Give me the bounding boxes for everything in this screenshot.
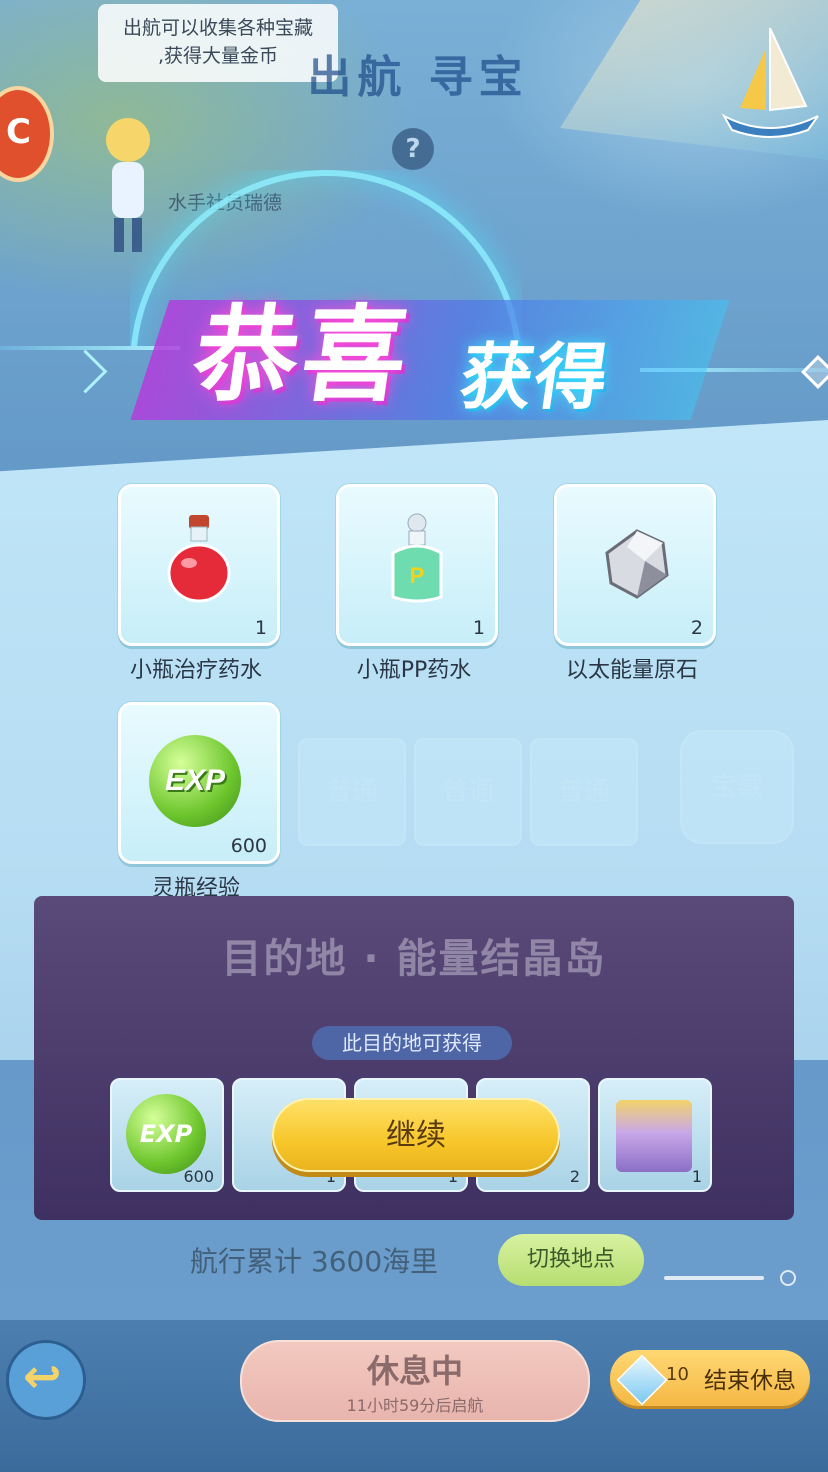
exp-orb-icon: EXP [149, 735, 241, 827]
exp-orb-icon: EXP [126, 1094, 206, 1174]
resting-status-button[interactable]: 休息中 11小时59分后启航 [240, 1340, 590, 1422]
switch-location-button[interactable]: 切换地点 [498, 1234, 644, 1286]
exp-text: EXP [164, 764, 226, 797]
end-rest-button[interactable]: 10 结束休息 [610, 1350, 810, 1406]
rest-countdown: 11小时59分后启航 [346, 1396, 484, 1415]
back-button[interactable]: ↩ [6, 1340, 86, 1420]
progress-dot [780, 1270, 796, 1286]
obtained-title: 获得 [455, 335, 616, 419]
diamond-gem-icon [616, 1354, 668, 1406]
progress-track [664, 1276, 764, 1280]
back-arrow-icon: ↩ [23, 1349, 62, 1403]
rest-title: 休息中 [366, 1352, 463, 1390]
item-count: 2 [690, 617, 703, 639]
reward-count: 1 [691, 1167, 702, 1186]
reward-card[interactable]: P 1 [336, 484, 498, 646]
sailboat-icon[interactable] [718, 20, 822, 140]
destination-reward[interactable]: EXP 600 [110, 1078, 224, 1192]
mileage-text: 航行累计 3600海里 [190, 1245, 439, 1278]
reward-count: 2 [569, 1167, 580, 1186]
npc-character[interactable] [98, 110, 158, 260]
end-rest-label: 结束休息 [704, 1368, 796, 1394]
svg-text:P: P [410, 563, 425, 588]
sail-banner-title: 出航 寻宝 [307, 52, 529, 103]
reward-card[interactable]: 2 [554, 484, 716, 646]
reward-count: 600 [183, 1167, 214, 1186]
item-count: 600 [230, 835, 267, 857]
red-potion-icon [167, 515, 231, 603]
ether-ore-icon [605, 529, 669, 599]
pp-potion-icon: P [391, 513, 443, 603]
item-name: 小瓶PP药水 [356, 658, 472, 683]
treasure-box-icon [616, 1100, 692, 1172]
congrats-title: 恭喜 [186, 294, 420, 416]
reward-card[interactable]: EXP 600 [118, 702, 280, 864]
destination-title: 目的地 · 能量结晶岛 [221, 936, 607, 982]
item-name: 以太能量原石 [565, 658, 698, 683]
item-count: 1 [472, 617, 485, 639]
reward-card[interactable]: 1 [118, 484, 280, 646]
help-button[interactable]: ? [392, 128, 434, 170]
spiral-icon: C [6, 112, 31, 152]
gem-cost: 10 [666, 1364, 689, 1385]
destination-subtitle: 此目的地可获得 [312, 1026, 512, 1060]
destination-reward[interactable]: 1 [598, 1078, 712, 1192]
item-name: 小瓶治疗药水 [129, 658, 262, 683]
continue-button[interactable]: 继续 [272, 1098, 560, 1172]
item-count: 1 [254, 617, 267, 639]
